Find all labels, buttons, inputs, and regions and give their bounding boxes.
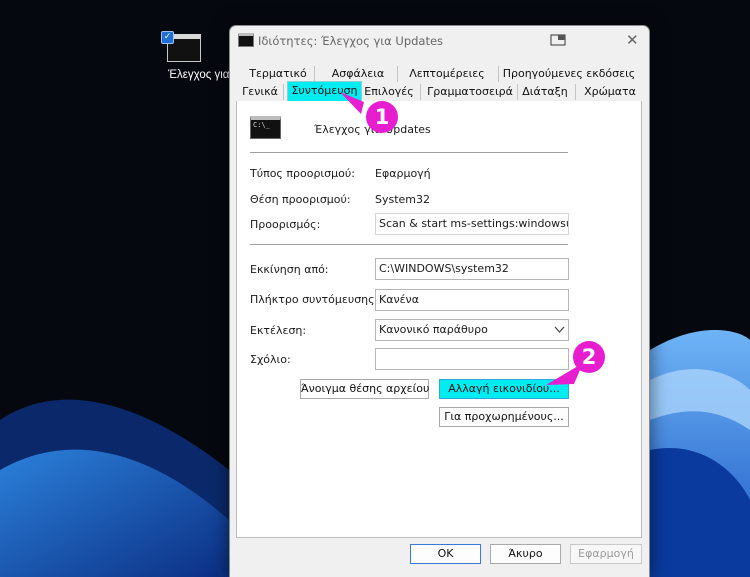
close-icon[interactable]: ✕ <box>626 30 639 50</box>
callout-badge-2: 2 <box>573 341 605 373</box>
tab-details[interactable]: Λεπτομέρειες <box>400 65 494 83</box>
target-location-value: System32 <box>375 193 431 206</box>
callout-badge-1: 1 <box>366 101 398 133</box>
advanced-button[interactable]: Για προχωρημένους... <box>439 407 569 427</box>
tab-layout[interactable]: Διάταξη <box>520 83 570 101</box>
target-field[interactable]: Scan & start ms-settings:windowsupdate <box>375 213 569 235</box>
selected-check-icon: ✓ <box>161 31 174 44</box>
run-select-value: Κανονικό παράθυρο <box>379 323 488 336</box>
target-label: Προορισμός: <box>250 218 321 231</box>
tab-options[interactable]: Επιλογές <box>362 83 416 101</box>
comment-label: Σχόλιο: <box>250 353 291 366</box>
hotkey-label: Πλήκτρο συντόμευσης: <box>250 293 379 306</box>
target-location-label: Θέση προορισμού: <box>250 193 351 206</box>
cancel-button[interactable]: Άκυρο <box>490 544 561 564</box>
cmd-shortcut-icon: ✓ <box>161 31 201 62</box>
ok-button[interactable]: OK <box>410 544 481 564</box>
window-title: Ιδιότητες: Έλεγχος για Updates <box>258 34 444 48</box>
run-select[interactable]: Κανονικό παράθυρο <box>375 319 569 341</box>
divider <box>250 152 568 153</box>
start-in-field[interactable]: C:\WINDOWS\system32 <box>375 258 569 280</box>
target-type-value: Εφαρμογή <box>375 167 431 180</box>
pin-icon[interactable] <box>550 34 566 46</box>
tab-font[interactable]: Γραμματοσειρά <box>425 83 515 101</box>
tab-shortcut[interactable]: Συντόμευση <box>287 81 362 101</box>
open-file-location-button[interactable]: Άνοιγμα θέσης αρχείου <box>300 379 429 399</box>
run-label: Εκτέλεση: <box>250 324 307 337</box>
start-in-label: Εκκίνηση από: <box>250 263 329 276</box>
chevron-down-icon <box>554 326 565 333</box>
desktop-shortcut-icon[interactable]: ✓ Έλεγχος για Updates <box>148 31 276 81</box>
target-type-label: Τύπος προορισμού: <box>250 167 355 180</box>
title-bar[interactable]: Ιδιότητες: Έλεγχος για Updates ✕ <box>230 26 649 56</box>
console-icon: C:\_ <box>250 116 281 139</box>
change-icon-button[interactable]: Αλλαγή εικονιδίου... <box>439 379 569 399</box>
cmd-window-icon <box>238 33 254 47</box>
hotkey-field[interactable]: Κανένα <box>375 289 569 311</box>
properties-dialog: Ιδιότητες: Έλεγχος για Updates ✕ Τερματι… <box>229 25 650 577</box>
divider <box>250 244 568 245</box>
tab-previous-versions[interactable]: Προηγούμενες εκδόσεις <box>502 65 636 83</box>
tab-colors[interactable]: Χρώματα <box>580 83 640 101</box>
apply-button[interactable]: Εφαρμογή <box>570 544 642 564</box>
comment-field[interactable] <box>375 348 569 370</box>
tab-general[interactable]: Γενικά <box>239 83 281 101</box>
